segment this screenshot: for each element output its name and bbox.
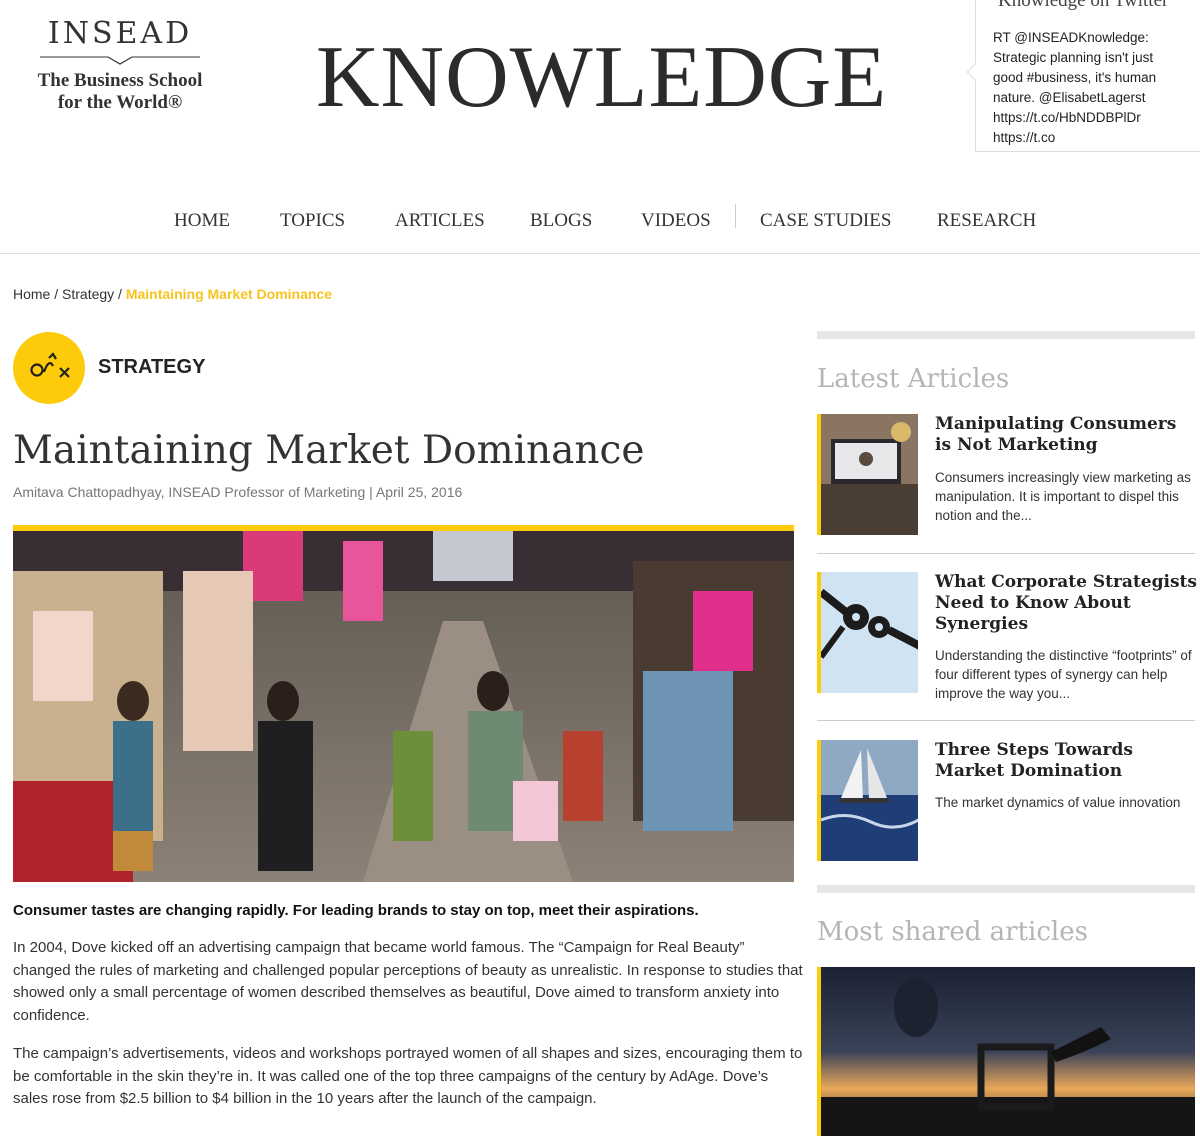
article-thumbnail[interactable] — [817, 572, 918, 693]
tweet-link[interactable]: https://t.co/HbNDDBPlDr — [993, 108, 1190, 128]
card-summary: Understanding the distinctive “footprint… — [935, 648, 1192, 701]
most-shared-image[interactable] — [817, 967, 1195, 1136]
nav-videos[interactable]: VIDEOS — [641, 210, 711, 232]
twitter-widget: Knowledge on Twitter RT @INSEADKnowledge… — [975, 0, 1200, 152]
card-summary: The market dynamics of value innovation — [935, 795, 1181, 810]
card-summary: Consumers increasingly view marketing as… — [935, 470, 1191, 523]
topic-label[interactable]: STRATEGY — [98, 356, 205, 379]
tweet-text[interactable]: RT @INSEADKnowledge: Strategic planning … — [976, 28, 1200, 148]
hero-image — [13, 525, 794, 882]
tweet-link[interactable]: https://t.co — [993, 128, 1190, 148]
most-shared-heading: Most shared articles — [817, 917, 1088, 947]
tweet-line: nature. @ElisabetLagerst — [993, 90, 1146, 105]
card-title[interactable]: Manipulating Consumers is Not Marketing — [935, 414, 1197, 456]
article-thumbnail[interactable] — [817, 740, 918, 861]
breadcrumb-sep: / — [114, 286, 126, 302]
breadcrumb-current: Maintaining Market Dominance — [125, 286, 332, 302]
article-title: Maintaining Market Dominance — [13, 428, 645, 473]
card-title[interactable]: What Corporate Strategists Need to Know … — [935, 572, 1197, 635]
tweet-line: Strategic planning isn't just — [993, 50, 1154, 65]
nav-divider — [735, 204, 736, 228]
tweet-line: RT @INSEADKnowledge: — [993, 30, 1149, 45]
card-divider — [817, 720, 1195, 721]
nav-topics[interactable]: TOPICS — [280, 210, 345, 232]
breadcrumb-home[interactable]: Home — [13, 286, 50, 302]
nav-research[interactable]: RESEARCH — [937, 210, 1036, 232]
article-thumbnail[interactable] — [817, 414, 918, 535]
author-link[interactable]: Amitava Chattopadhyay — [13, 484, 161, 500]
main-nav: HOME TOPICS ARTICLES BLOGS VIDEOS CASE S… — [0, 198, 1200, 254]
tweet-line: good #business, it's human — [993, 70, 1157, 85]
insead-logo[interactable]: INSEAD The Business School for the World… — [20, 16, 220, 114]
byline-meta: , INSEAD Professor of Marketing | April … — [160, 484, 463, 500]
breadcrumb-strategy[interactable]: Strategy — [62, 286, 114, 302]
latest-article-card[interactable]: Three Steps Towards Market Domination Th… — [817, 740, 1195, 865]
logo-chevron-icon — [40, 56, 200, 65]
logo-tagline-1: The Business School — [37, 70, 203, 91]
article-paragraph: In 2004, Dove kicked off an advertising … — [13, 939, 803, 1024]
nav-blogs[interactable]: BLOGS — [530, 210, 592, 232]
sidebar-divider — [817, 885, 1195, 893]
logo-tagline-2: for the World® — [57, 92, 183, 113]
latest-articles-heading: Latest Articles — [817, 364, 1010, 394]
logo-name: INSEAD — [47, 16, 193, 51]
article-paragraph: The campaign’s advertisements, videos an… — [13, 1045, 803, 1107]
nav-articles[interactable]: ARTICLES — [395, 210, 485, 232]
sidebar-divider — [817, 331, 1195, 339]
card-divider — [817, 553, 1195, 554]
twitter-title: Knowledge on Twitter — [998, 0, 1169, 11]
latest-article-card[interactable]: Manipulating Consumers is Not Marketing … — [817, 414, 1195, 539]
breadcrumb: Home / Strategy / Maintaining Market Dom… — [13, 286, 332, 302]
nav-case-studies[interactable]: CASE STUDIES — [760, 210, 891, 232]
latest-article-card[interactable]: What Corporate Strategists Need to Know … — [817, 572, 1197, 701]
card-title[interactable]: Three Steps Towards Market Domination — [935, 740, 1197, 782]
article-lead: Consumer tastes are changing rapidly. Fo… — [13, 902, 699, 919]
breadcrumb-sep: / — [50, 286, 63, 302]
strategy-icon[interactable] — [13, 332, 85, 404]
nav-home[interactable]: HOME — [174, 210, 230, 232]
byline: Amitava Chattopadhyay, INSEAD Professor … — [13, 484, 462, 500]
site-title[interactable]: KNOWLEDGE — [316, 28, 887, 128]
